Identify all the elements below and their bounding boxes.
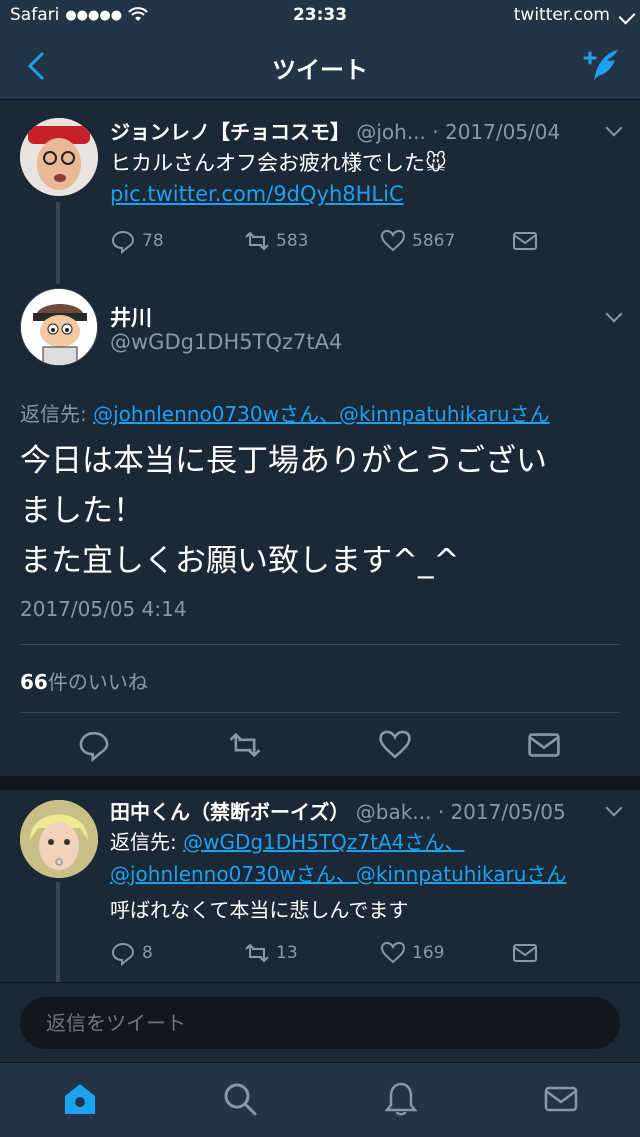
search-icon[interactable]	[222, 1081, 258, 1117]
avatar[interactable]	[20, 800, 98, 878]
retweet-button[interactable]: 13	[244, 940, 298, 966]
tweet-text: 返信先: @wGDg1DH5TQz7tA4さん、 @johnlenno0730w…	[110, 826, 620, 926]
thread-line	[56, 882, 60, 982]
tweet-header: 田中くん（禁断ボーイズ） @bak... · 2017/05/05	[110, 796, 566, 825]
reply-bar	[0, 982, 640, 1062]
handle[interactable]: @wGDg1DH5TQz7tA4	[110, 330, 342, 354]
tweet-actions: 8 13 169	[110, 940, 620, 970]
tweet-date: · 2017/05/04	[432, 120, 561, 144]
display-name[interactable]: ジョンレノ【チョコスモ】	[110, 120, 350, 144]
reply-count: 8	[142, 943, 153, 963]
retweet-icon[interactable]	[228, 728, 262, 762]
reply-to-users[interactable]: @johnlenno0730wさん、@kinnpatuhikaruさん	[93, 402, 549, 426]
divider	[20, 644, 620, 645]
tweet-date: · 2017/05/05	[437, 800, 566, 824]
reply-button[interactable]: 8	[110, 940, 153, 966]
tab-bar	[0, 1062, 640, 1137]
notifications-icon[interactable]	[383, 1081, 419, 1117]
status-domain: twitter.com	[513, 5, 610, 25]
tweet-text-line: ヒカルさんオフ会お疲れ様でした🐭	[110, 151, 447, 175]
reply-tweet[interactable]: 田中くん（禁断ボーイズ） @bak... · 2017/05/05 返信先: @…	[0, 790, 640, 982]
mail-icon[interactable]	[527, 728, 561, 762]
mail-icon	[513, 232, 537, 250]
tweet-text-line: 呼ばれなくて本当に悲しんでます	[110, 898, 409, 922]
like-count: 169	[412, 943, 445, 963]
reply-icon	[111, 230, 135, 254]
tweet-text: ヒカルさんオフ会お疲れ様でした🐭 pic.twitter.com/9dQyh8H…	[110, 148, 620, 210]
reply-to-label: 返信先:	[110, 830, 184, 854]
home-icon[interactable]	[62, 1081, 98, 1117]
dm-button[interactable]	[512, 940, 538, 966]
retweet-icon	[245, 231, 269, 251]
divider	[20, 712, 620, 713]
retweet-icon	[245, 943, 269, 963]
reply-to-label: 返信先:	[20, 402, 94, 426]
page-title: ツイート	[272, 56, 368, 84]
section-separator	[0, 776, 640, 790]
main-tweet-text-line: また宜しくお願い致します^_^	[20, 543, 460, 579]
retweet-count: 13	[276, 943, 298, 963]
tweet-link[interactable]: pic.twitter.com/9dQyh8HLiC	[110, 179, 620, 210]
likes-label: 件のいいね	[47, 670, 148, 694]
avatar[interactable]	[20, 288, 98, 366]
status-bar: Safari ●●●●● 23:33 twitter.com	[0, 0, 640, 32]
heart-icon[interactable]	[378, 728, 412, 762]
display-name[interactable]: 田中くん（禁断ボーイズ）	[110, 800, 349, 824]
messages-icon[interactable]	[543, 1081, 579, 1117]
avatar[interactable]	[20, 118, 98, 196]
reply-icon	[111, 942, 135, 966]
parent-tweet[interactable]: ジョンレノ【チョコスモ】 @joh... · 2017/05/04 ヒカルさんオ…	[0, 100, 640, 284]
reply-input[interactable]	[20, 997, 620, 1049]
avatar-image	[21, 289, 97, 365]
tweet-menu-chevron-icon[interactable]	[605, 305, 623, 323]
heart-icon	[380, 229, 406, 252]
reply-icon[interactable]	[77, 728, 111, 762]
likes-count: 66	[20, 670, 48, 694]
heart-icon	[380, 941, 406, 964]
tweet-menu-chevron-icon[interactable]	[605, 799, 623, 817]
main-tweet-actions	[0, 728, 640, 768]
avatar-image	[20, 800, 98, 878]
like-count: 5867	[412, 231, 456, 251]
handle[interactable]: @joh...	[356, 120, 426, 144]
main-tweet-text-line: ました！	[20, 493, 144, 529]
like-button[interactable]: 5867	[380, 228, 455, 254]
tweet-header: ジョンレノ【チョコスモ】 @joh... · 2017/05/04	[110, 116, 560, 145]
tweet-actions: 78 583 5867	[110, 228, 620, 258]
avatar-image	[20, 118, 98, 196]
dm-button[interactable]	[512, 228, 538, 254]
reply-to-users[interactable]: @johnlenno0730wさん、@kinnpatuhikaruさん	[110, 858, 620, 890]
like-button[interactable]: 169	[380, 940, 444, 966]
main-tweet-text-line: 今日は本当に長丁場ありがとうござい	[20, 443, 547, 479]
reply-to-users[interactable]: @wGDg1DH5TQz7tA4さん、	[183, 830, 464, 854]
mail-icon	[513, 944, 537, 962]
reply-to: 返信先: @johnlenno0730wさん、@kinnpatuhikaruさん	[20, 398, 550, 427]
tweet-menu-chevron-icon[interactable]	[605, 119, 623, 137]
retweet-button[interactable]: 583	[244, 228, 308, 254]
reply-to: 返信先: @wGDg1DH5TQz7tA4さん、	[110, 826, 620, 858]
main-tweet-text: 今日は本当に長丁場ありがとうござい ました！ また宜しくお願い致します^_^	[20, 436, 620, 586]
handle[interactable]: @bak...	[356, 800, 432, 824]
reply-button[interactable]: 78	[110, 228, 164, 254]
display-name[interactable]: 井川	[110, 302, 152, 332]
nav-bar: ツイート	[0, 32, 640, 100]
likes-summary[interactable]: 66件のいいね	[20, 666, 148, 695]
thread-line	[56, 202, 60, 284]
retweet-count: 583	[276, 231, 309, 251]
compose-tweet-icon[interactable]	[582, 46, 622, 86]
timestamp: 2017/05/05 4:14	[20, 597, 187, 621]
reply-count: 78	[142, 231, 164, 251]
